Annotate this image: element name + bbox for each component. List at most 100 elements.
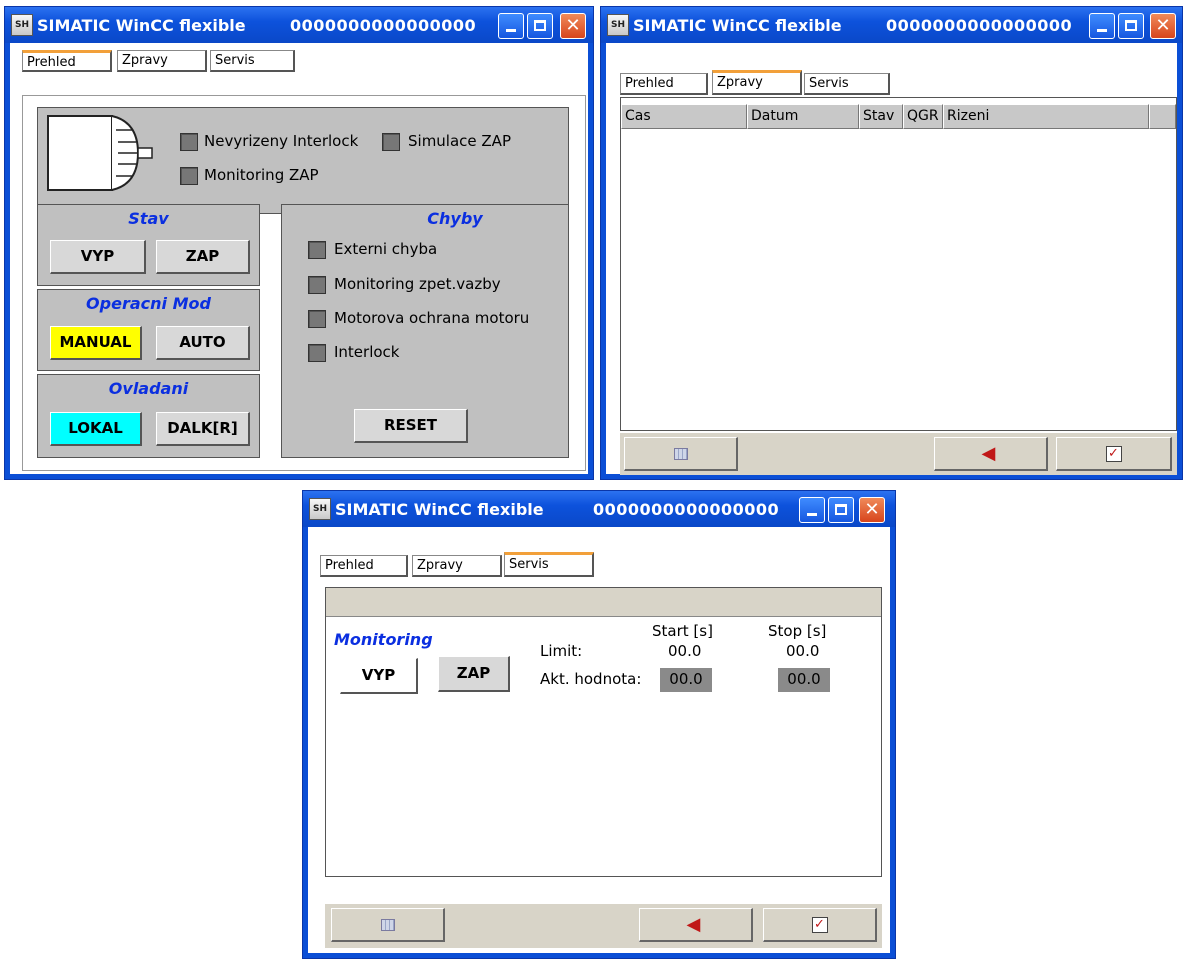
state-off-button[interactable]: VYP [50,240,146,274]
minimize-icon [1097,29,1107,32]
interlock-error-label: Interlock [334,343,400,361]
window-code: 0000000000000000 [290,16,477,35]
external-error-indicator [308,241,326,259]
mode-auto-button[interactable]: AUTO [156,326,250,360]
close-button[interactable]: ✕ [560,13,586,39]
state-title: Stav [128,209,169,228]
limit-stop-value: 00.0 [786,642,820,660]
tab-zpravy[interactable]: Zpravy [712,70,802,95]
acknowledge-icon: ◀ [981,442,996,464]
tab-prehled[interactable]: Prehled [320,555,408,577]
maximize-icon [835,504,847,515]
maximize-button[interactable] [828,497,854,523]
tab-servis[interactable]: Servis [504,552,594,577]
messages-toolbar: ◀ ✓ [620,433,1177,475]
minimize-button[interactable] [799,497,825,523]
close-icon: ✕ [565,15,581,36]
acknowledge-button[interactable]: ◀ [639,908,753,942]
tab-prehled[interactable]: Prehled [620,73,708,95]
window-messages: SH SIMATIC WinCC flexible 00000000000000… [600,6,1183,480]
feedback-monitoring-label: Monitoring zpet.vazby [334,275,501,293]
state-on-button[interactable]: ZAP [156,240,250,274]
mode-group: Operacni Mod MANUAL AUTO [37,289,260,371]
checklist-button[interactable]: ✓ [763,908,877,942]
close-button[interactable]: ✕ [859,497,885,523]
control-group: Ovladani LOKAL DALK[R] [37,374,260,458]
motor-status-group: Nevyrizeny Interlock Simulace ZAP Monito… [37,107,569,214]
actual-start-value: 00.0 [660,668,712,692]
maximize-icon [1125,20,1137,31]
title-bar[interactable]: SH SIMATIC WinCC flexible 00000000000000… [601,7,1182,43]
grid-button[interactable] [331,908,445,942]
state-group: Stav VYP ZAP [37,204,260,286]
window-code: 0000000000000000 [886,16,1073,35]
external-error-label: Externi chyba [334,240,438,258]
limit-start-value: 00.0 [668,642,702,660]
column-rizeni[interactable]: Rizeni [943,104,1149,129]
interlock-label: Nevyrizeny Interlock [204,132,359,150]
simulation-label: Simulace ZAP [408,132,511,150]
monitoring-off-button[interactable]: VYP [340,658,418,694]
start-header: Start [s] [652,622,713,640]
checklist-icon: ✓ [1105,445,1122,462]
tab-zpravy[interactable]: Zpravy [117,50,207,72]
maximize-button[interactable] [1118,13,1144,39]
grid-icon [380,918,395,931]
title-bar[interactable]: SH SIMATIC WinCC flexible 00000000000000… [5,7,593,43]
acknowledge-icon: ◀ [686,913,701,935]
tab-prehled[interactable]: Prehled [22,50,112,72]
window-code: 0000000000000000 [593,500,780,519]
simulation-indicator [382,133,400,151]
tab-zpravy[interactable]: Zpravy [412,555,502,577]
monitoring-on-button[interactable]: ZAP [438,656,510,692]
minimize-icon [807,513,817,516]
window-title: SIMATIC WinCC flexible [37,16,246,35]
window-title: SIMATIC WinCC flexible [335,500,544,519]
limit-label: Limit: [540,642,583,660]
monitoring-label: Monitoring ZAP [204,166,319,184]
client-area: Prehled Zpravy Servis Nevyrizeny Interlo… [10,43,588,474]
feedback-monitoring-indicator [308,276,326,294]
minimize-button[interactable] [1089,13,1115,39]
interlock-error-indicator [308,344,326,362]
window-service: SH SIMATIC WinCC flexible 00000000000000… [302,490,896,959]
monitoring-indicator [180,167,198,185]
reset-button[interactable]: RESET [354,409,468,443]
column-cas[interactable]: Cas [621,104,747,129]
close-icon: ✕ [1155,15,1171,36]
maximize-icon [534,20,546,31]
control-local-button[interactable]: LOKAL [50,412,142,446]
overview-panel: Nevyrizeny Interlock Simulace ZAP Monito… [22,95,586,471]
motor-protection-indicator [308,310,326,328]
app-icon: SH [309,498,331,520]
motor-protection-clip: Motorova ochrana motoru [334,309,568,327]
monitoring-title: Monitoring [334,630,433,649]
maximize-button[interactable] [527,13,553,39]
close-button[interactable]: ✕ [1150,13,1176,39]
app-icon: SH [607,14,629,36]
app-icon: SH [11,14,33,36]
control-title: Ovladani [108,379,189,398]
checklist-button[interactable]: ✓ [1056,437,1172,471]
minimize-icon [506,29,516,32]
stop-header: Stop [s] [768,622,827,640]
actual-stop-value: 00.0 [778,668,830,692]
column-datum[interactable]: Datum [747,104,859,129]
actual-label: Akt. hodnota: [540,670,642,688]
grid-button[interactable] [624,437,738,471]
message-table: Cas Datum Stav QGR Rizeni [621,104,1176,430]
checklist-icon: ✓ [811,916,828,933]
tab-servis[interactable]: Servis [804,73,890,95]
control-remote-button[interactable]: DALK[R] [156,412,250,446]
column-qgr[interactable]: QGR [903,104,943,129]
tab-servis[interactable]: Servis [210,50,295,72]
minimize-button[interactable] [498,13,524,39]
client-area: Prehled Zpravy Servis Cas Datum Stav QGR… [606,43,1177,475]
column-stav[interactable]: Stav [859,104,903,129]
title-bar[interactable]: SH SIMATIC WinCC flexible 00000000000000… [303,491,895,527]
mode-manual-button[interactable]: MANUAL [50,326,142,360]
acknowledge-button[interactable]: ◀ [934,437,1048,471]
window-overview: SH SIMATIC WinCC flexible 00000000000000… [4,6,594,480]
window-title: SIMATIC WinCC flexible [633,16,842,35]
motor-icon [47,115,153,191]
